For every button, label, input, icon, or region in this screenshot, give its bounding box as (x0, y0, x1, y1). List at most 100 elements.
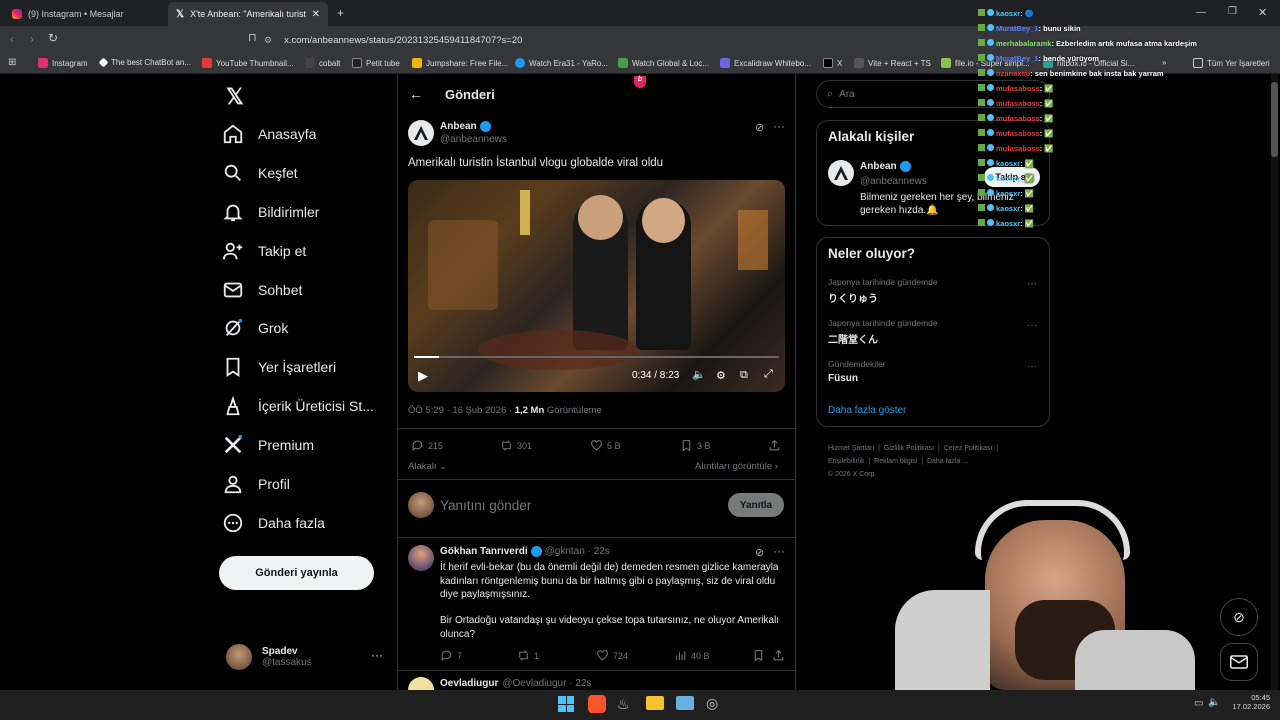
reply-author-handle[interactable]: @Oevladiugur · 22s (502, 678, 591, 689)
settings-icon[interactable]: ⚙ (716, 369, 726, 382)
nav-explore[interactable]: Keşfet (222, 158, 298, 188)
avatar[interactable] (828, 160, 854, 186)
reply-input[interactable] (440, 494, 710, 516)
forward-icon[interactable]: › (30, 32, 34, 46)
file-explorer-icon[interactable] (646, 696, 664, 710)
obs-icon[interactable]: ◎ (706, 695, 718, 712)
nav-more[interactable]: Daha fazla (222, 508, 325, 538)
minimize-icon[interactable]: — (1196, 7, 1206, 18)
footer-link[interactable]: Erişilebilirlik (828, 458, 865, 465)
view-quotes-link[interactable]: Alıntıları görüntüle › (695, 461, 778, 472)
close-window-icon[interactable]: ✕ (1258, 6, 1267, 19)
trend-item[interactable]: りくりゅう (828, 290, 878, 305)
author-handle[interactable]: @anbeannews (440, 134, 507, 145)
more-options-icon[interactable]: ··· (773, 544, 785, 558)
maximize-icon[interactable]: ❐ (1228, 6, 1237, 17)
author-avatar[interactable] (408, 120, 434, 146)
nav-profile[interactable]: Profil (222, 469, 290, 499)
more-options-icon[interactable]: ··· (1027, 278, 1037, 289)
footer-link[interactable]: Reklam bilgisi (874, 458, 917, 465)
more-options-icon[interactable]: ··· (1027, 361, 1037, 372)
repost-action[interactable]: 301 (500, 439, 532, 452)
person-name[interactable]: Anbean (860, 161, 897, 172)
author-name[interactable]: Anbean (440, 121, 477, 132)
pip-icon[interactable]: ⧉ (740, 369, 748, 382)
bookmark-action[interactable] (752, 649, 765, 662)
bookmarks-overflow[interactable]: » (1162, 58, 1166, 67)
post-button[interactable]: Gönderi yayınla (219, 556, 374, 590)
network-icon[interactable]: ▭ (1194, 698, 1203, 709)
reload-icon[interactable]: ↻ (48, 31, 58, 45)
steam-icon[interactable]: ♨ (617, 696, 630, 713)
bookmark-item[interactable]: X (823, 58, 842, 68)
nav-grok[interactable]: Grok (222, 313, 288, 343)
bookmark-item[interactable]: Vite + React + TS (854, 58, 931, 68)
url-bar[interactable]: ⚙ x.com/anbeannews/status/20231325459411… (264, 31, 954, 49)
back-icon[interactable]: ‹ (10, 32, 14, 46)
messages-fab[interactable] (1220, 643, 1258, 681)
trend-item[interactable]: 二階堂くん (828, 331, 878, 346)
footer-link[interactable]: Hizmet Şartları (828, 445, 874, 452)
apps-icon[interactable]: ⊞ (8, 57, 16, 68)
trend-item[interactable]: Füsun (828, 373, 858, 384)
windows-start-icon[interactable] (558, 696, 574, 712)
bookmark-item[interactable]: Petit tube (352, 58, 400, 68)
bookmark-item[interactable]: Jumpshare: Free File... (412, 58, 508, 68)
footer-link[interactable]: Gizlilik Politikası (884, 445, 934, 452)
show-more-link[interactable]: Daha fazla göster (828, 405, 906, 416)
nav-follow[interactable]: Takip et (222, 236, 306, 266)
footer-link[interactable]: Daha fazla ... (927, 458, 968, 465)
tab-x-post[interactable]: 𝕏 X'te Anbean: "Amerikalı turistin İ ✕ (168, 2, 328, 26)
nav-chat[interactable]: Sohbet (222, 275, 302, 305)
grok-icon[interactable]: ⊘ (755, 546, 764, 559)
reply-author-name[interactable]: Oevladiugur (440, 678, 498, 689)
nav-bookmarks[interactable]: Yer İşaretleri (222, 352, 336, 382)
like-action[interactable]: 724 (596, 649, 628, 662)
avatar[interactable] (408, 545, 434, 571)
back-arrow-icon[interactable]: ← (409, 86, 423, 102)
close-icon[interactable]: ✕ (312, 9, 320, 20)
share-action[interactable] (768, 439, 781, 452)
more-options-icon[interactable]: ··· (773, 119, 785, 133)
more-icon[interactable]: ··· (371, 648, 383, 662)
like-action[interactable]: 5 B (590, 439, 621, 452)
account-switcher[interactable]: Spadev @tassakus (226, 644, 312, 670)
person-handle[interactable]: @anbeannews (860, 176, 927, 187)
nav-home[interactable]: Anasayfa (222, 119, 316, 149)
bookmark-action[interactable]: 3 B (680, 439, 711, 452)
volume-icon[interactable]: 🔈 (692, 368, 706, 381)
brave-icon[interactable] (588, 695, 606, 713)
bookmark-icon[interactable]: ⊓ (248, 31, 257, 44)
grok-fab[interactable]: ⊘ (1220, 598, 1258, 636)
footer-link[interactable]: Çerez Politikası (944, 445, 993, 452)
post-datetime[interactable]: ÖÖ 5:29 · 16 Şub 2026 · (408, 405, 512, 416)
reply-button[interactable]: Yanıtla (728, 493, 784, 517)
reply-author-name[interactable]: Gökhan Tanrıverdi (440, 546, 528, 557)
views-action[interactable]: 40 B (674, 649, 710, 662)
nav-notifications[interactable]: Bildirimler (222, 197, 319, 227)
url-text[interactable]: x.com/anbeannews/status/2023132545941184… (284, 35, 522, 46)
site-info-icon[interactable]: ⚙ (264, 35, 272, 46)
video-player[interactable]: ▶ 0:34 / 8:23 🔈 ⚙ ⧉ ⤢ (408, 180, 785, 392)
x-logo-icon[interactable]: 𝕏 (226, 84, 244, 110)
nav-premium[interactable]: Premium (222, 430, 314, 460)
reply-action[interactable]: 215 (411, 439, 443, 452)
all-bookmarks[interactable]: Tüm Yer İşaretleri (1193, 58, 1270, 68)
bookmark-item[interactable]: Watch Era31 - YaRo... (515, 58, 608, 68)
repost-action[interactable]: 1 (517, 649, 539, 662)
scrollbar[interactable] (1271, 74, 1278, 690)
bookmark-item[interactable]: YouTube Thumbnail... (202, 58, 294, 68)
bookmark-item[interactable]: The best ChatBot an... (98, 57, 191, 68)
more-options-icon[interactable]: ··· (1027, 320, 1037, 331)
share-action[interactable] (772, 649, 785, 662)
fullscreen-icon[interactable]: ⤢ (764, 368, 773, 381)
search-input[interactable] (839, 88, 960, 100)
reply-author-handle[interactable]: @gkntan · 22s (545, 546, 610, 557)
bookmark-item[interactable]: Watch Global & Loc... (618, 58, 709, 68)
reply-action[interactable]: 7 (440, 649, 462, 662)
nav-creator-studio[interactable]: İçerik Üreticisi St... (222, 391, 374, 421)
video-progress-track[interactable] (414, 356, 779, 358)
bookmark-item[interactable]: Excalidraw Whitebo... (720, 58, 811, 68)
volume-icon[interactable]: 🔈 (1208, 697, 1220, 708)
related-filter[interactable]: Alakalı ⌄ (408, 461, 447, 472)
